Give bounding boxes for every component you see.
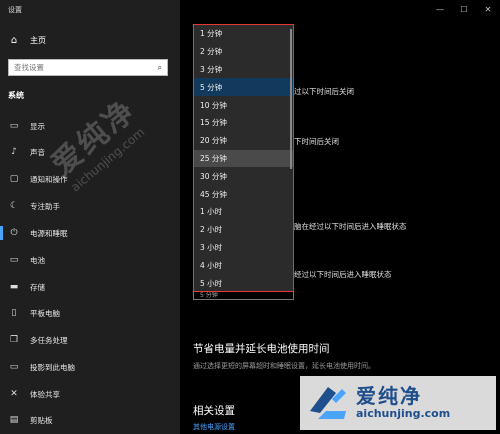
- sidebar-item-label: 体验共享: [30, 389, 60, 399]
- timeout-dropdown-list[interactable]: 1 分钟 2 分钟 3 分钟 5 分钟 10 分钟 15 分钟 20 分钟 25…: [193, 24, 294, 292]
- sidebar-item-label: 剪贴板: [30, 415, 53, 425]
- sidebar-item-clipboard[interactable]: ▤ 剪贴板: [0, 413, 180, 427]
- sleep-battery-label: 脑在经过以下时间后进入睡眠状态: [294, 222, 407, 231]
- dropdown-option[interactable]: 45 分钟: [194, 185, 293, 203]
- sidebar-item-battery[interactable]: ▭ 电池: [0, 253, 180, 267]
- sidebar-item-power-sleep[interactable]: ⏻ 电源和睡眠: [0, 226, 180, 240]
- notification-icon: ▢: [9, 174, 19, 184]
- sidebar-home[interactable]: ⌂ 主页: [8, 35, 46, 46]
- sidebar-item-label: 电源和睡眠: [30, 228, 68, 238]
- dropdown-scrollbar[interactable]: [290, 29, 292, 169]
- sidebar-item-storage[interactable]: ▬ 存储: [0, 280, 180, 294]
- power-icon: ⏻: [10, 228, 18, 238]
- search-icon[interactable]: ⌕: [158, 63, 162, 73]
- watermark-right-cn: 爱纯净: [356, 384, 422, 408]
- window-title: 设置: [8, 6, 22, 14]
- screen-plugged-label: 下时间后关闭: [294, 137, 339, 146]
- sidebar-item-focus-assist[interactable]: ☾ 专注助手: [0, 199, 180, 213]
- minimize-button[interactable]: —: [428, 0, 452, 18]
- sidebar-item-notifications[interactable]: ▢ 通知和操作: [0, 172, 180, 186]
- watermark-right-en: aichunjing.com: [356, 407, 451, 420]
- tablet-icon: ▯: [11, 308, 17, 318]
- display-icon: ▭: [9, 121, 19, 131]
- project-icon: ▭: [9, 362, 19, 372]
- dropdown-option[interactable]: 1 小时: [194, 203, 293, 221]
- watermark-left-cn: 爱纯净: [45, 92, 144, 183]
- save-power-title: 节省电量并延长电池使用时间: [193, 343, 330, 355]
- dropdown-option[interactable]: 3 分钟: [194, 61, 293, 79]
- dropdown-option-hover[interactable]: 25 分钟: [194, 149, 293, 168]
- dropdown-option[interactable]: 2 小时: [194, 221, 293, 239]
- sidebar-item-label: 电池: [30, 255, 45, 265]
- sidebar-item-sound[interactable]: ♪ 声音: [0, 145, 180, 159]
- dropdown-option[interactable]: 3 小时: [194, 239, 293, 257]
- search-box[interactable]: 查找设置 ⌕: [8, 59, 168, 76]
- dropdown-option[interactable]: 5 小时: [194, 274, 293, 291]
- dropdown-option[interactable]: 10 分钟: [194, 96, 293, 114]
- storage-icon: ▬: [9, 282, 19, 292]
- dropdown-option-selected[interactable]: 5 分钟: [194, 78, 293, 97]
- dropdown-option[interactable]: 20 分钟: [194, 132, 293, 150]
- sidebar-item-label: 专注助手: [30, 201, 60, 211]
- section-title: 系统: [8, 91, 24, 100]
- dropdown-option[interactable]: 1 分钟: [194, 25, 293, 43]
- sidebar-item-label: 多任务处理: [30, 335, 68, 345]
- dropdown-option[interactable]: 30 分钟: [194, 167, 293, 185]
- window-controls: — ☐ ✕: [428, 0, 500, 18]
- sidebar-home-label: 主页: [30, 36, 46, 45]
- sidebar-item-label: 声音: [30, 147, 45, 157]
- home-icon: ⌂: [10, 35, 18, 46]
- watermark-logo-icon: [306, 381, 350, 425]
- multitask-icon: ❐: [9, 335, 19, 345]
- sound-icon: ♪: [11, 147, 17, 157]
- dropdown-option[interactable]: 2 分钟: [194, 43, 293, 61]
- clipboard-icon: ▤: [9, 415, 19, 425]
- sidebar-item-tablet[interactable]: ▯ 平板电脑: [0, 306, 180, 320]
- sidebar-item-shared-experiences[interactable]: ✕ 体验共享: [0, 387, 180, 401]
- sidebar-item-label: 通知和操作: [30, 174, 68, 184]
- maximize-button[interactable]: ☐: [452, 0, 476, 18]
- sidebar-item-label: 平板电脑: [30, 308, 60, 318]
- sidebar-item-label: 存储: [30, 282, 45, 292]
- moon-icon: ☾: [9, 201, 19, 211]
- sidebar-item-label: 投影到此电脑: [30, 362, 75, 372]
- additional-power-settings-link[interactable]: 其他电源设置: [193, 422, 235, 432]
- sidebar-item-multitasking[interactable]: ❐ 多任务处理: [0, 333, 180, 347]
- sidebar: 设置 ⌂ 主页 查找设置 ⌕ 系统 ▭ 显示 ♪ 声音 ▢ 通知和操作 ☾ 专注…: [0, 0, 180, 434]
- sidebar-item-display[interactable]: ▭ 显示: [0, 119, 180, 133]
- watermark-right: 爱纯净 aichunjing.com: [300, 376, 496, 430]
- sidebar-item-projecting[interactable]: ▭ 投影到此电脑: [0, 360, 180, 374]
- dropdown-option[interactable]: 15 分钟: [194, 114, 293, 132]
- related-settings-title: 相关设置: [193, 405, 235, 417]
- save-power-description: 通过选择更短的屏幕超时和睡眠设置，延长电池使用时间。: [193, 362, 375, 370]
- search-input[interactable]: 查找设置: [14, 62, 44, 73]
- screen-battery-label: 过以下时间后关闭: [294, 87, 354, 96]
- close-button[interactable]: ✕: [476, 0, 500, 18]
- battery-icon: ▭: [9, 255, 19, 265]
- sidebar-item-label: 显示: [30, 121, 45, 131]
- dropdown-option[interactable]: 4 小时: [194, 256, 293, 274]
- sleep-plugged-label: 经过以下时间后进入睡眠状态: [294, 270, 392, 279]
- share-icon: ✕: [10, 389, 18, 399]
